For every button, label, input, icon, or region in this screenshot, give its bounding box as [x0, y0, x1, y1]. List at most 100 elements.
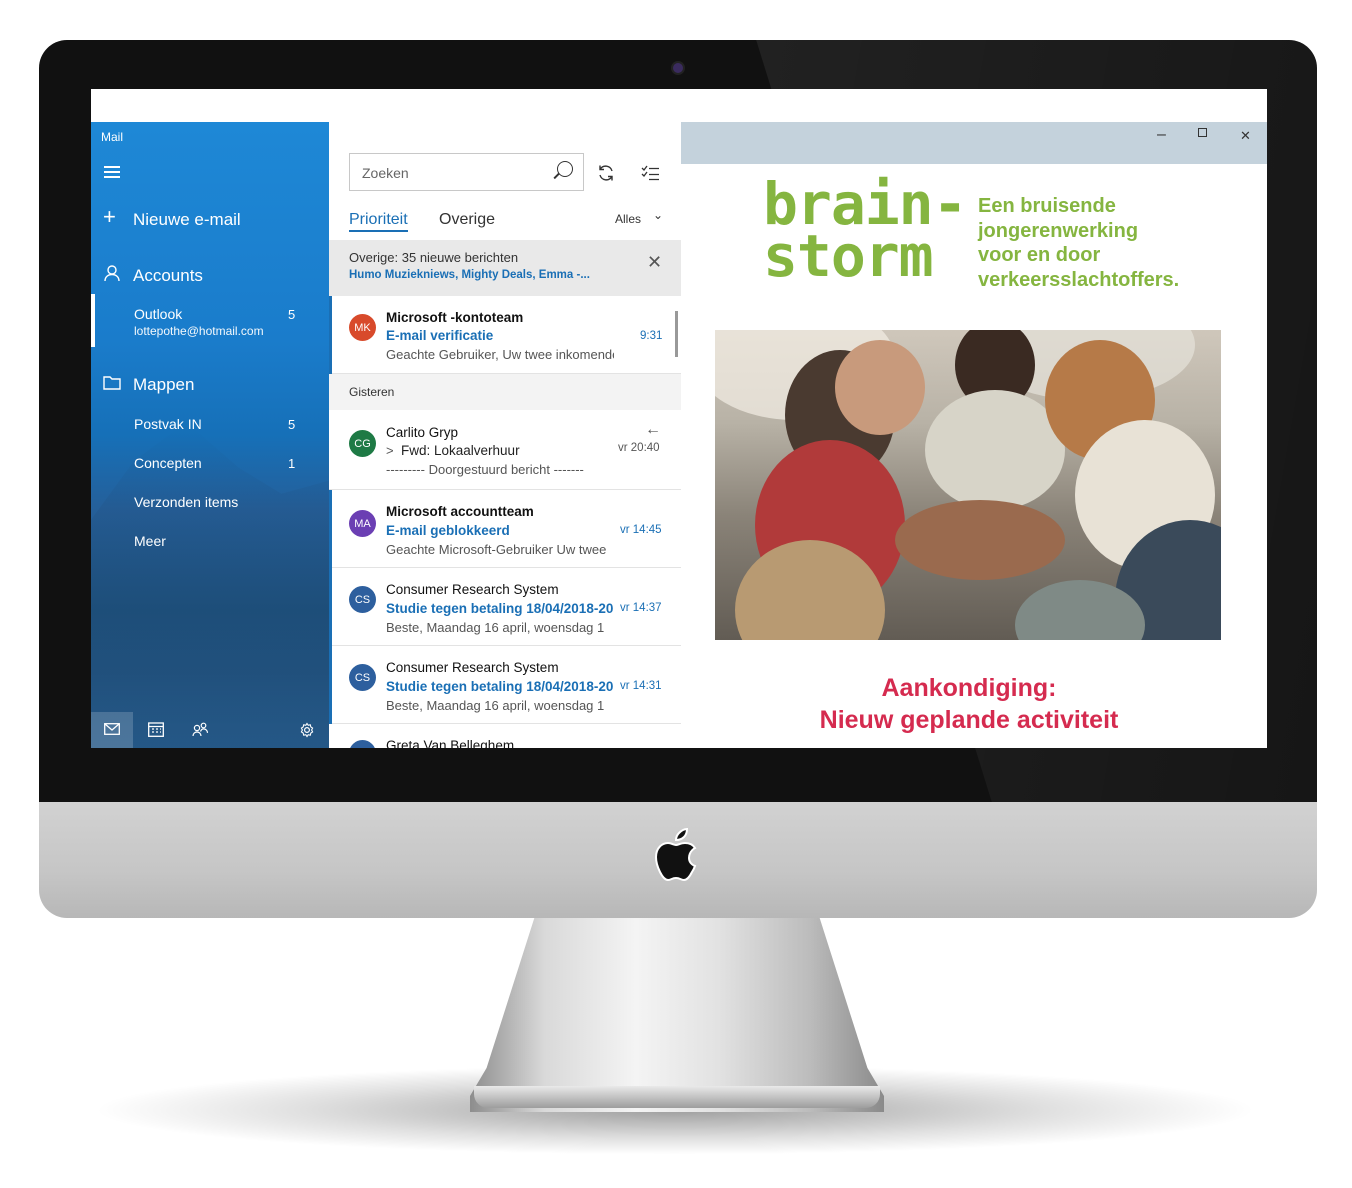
- new-mail-button[interactable]: + Nieuwe e-mail: [91, 206, 329, 234]
- app-title: Mail: [101, 130, 124, 144]
- message-preview: Beste, Maandag 16 april, woensdag 1: [386, 620, 605, 635]
- search-input[interactable]: Zoeken: [349, 153, 584, 191]
- window-title-bar: – ✕: [681, 122, 1267, 164]
- message-sender: Consumer Research System: [386, 660, 559, 675]
- restore-icon[interactable]: [1198, 128, 1207, 137]
- message-time: vr 14:45: [620, 524, 662, 536]
- scrollbar-thumb[interactable]: [675, 311, 678, 357]
- folder-icon: [103, 376, 121, 390]
- avatar: CS: [349, 586, 376, 613]
- other-banner-senders: Humo Muziekniews, Mighty Deals, Emma -..…: [349, 269, 590, 281]
- message-subject: Fwd: Lokaalverhuur: [401, 443, 520, 458]
- selection-mode-icon[interactable]: [641, 165, 660, 181]
- message-sender: Greta Van Belleghem: [386, 738, 515, 748]
- other-banner-title: Overige: 35 nieuwe berichten: [349, 250, 519, 265]
- folders-header[interactable]: Mappen: [91, 371, 329, 397]
- message-row[interactable]: MK Microsoft -kontoteam E-mail verificat…: [329, 296, 681, 374]
- folder-label: Postvak IN: [134, 416, 202, 432]
- avatar: CG: [349, 430, 376, 457]
- account-email: lottepothe@hotmail.com: [134, 324, 264, 338]
- message-subject: Studie tegen betaling 18/04/2018-20: [386, 679, 614, 694]
- message-row[interactable]: CS Consumer Research System Studie tegen…: [329, 646, 681, 724]
- selected-account-indicator: [91, 294, 95, 347]
- tab-other[interactable]: Overige: [439, 211, 495, 229]
- announcement-heading: Aankondiging: Nieuw geplande activiteit: [681, 672, 1257, 736]
- new-mail-label: Nieuwe e-mail: [133, 210, 241, 229]
- message-preview: Beste, Maandag 16 april, woensdag 1: [386, 698, 605, 713]
- tagline-line: Een bruisende: [978, 195, 1116, 217]
- settings-gear-icon[interactable]: [299, 722, 315, 738]
- hamburger-menu-icon[interactable]: [104, 166, 120, 178]
- folder-sent[interactable]: Verzonden items: [91, 489, 329, 515]
- message-row[interactable]: MA Microsoft accountteam E-mail geblokke…: [329, 490, 681, 568]
- message-time: 9:31: [640, 330, 663, 342]
- chevron-down-icon: ⌄: [653, 208, 664, 222]
- plus-icon: +: [103, 204, 116, 229]
- message-sender: Microsoft -kontoteam: [386, 310, 524, 325]
- message-sender: Consumer Research System: [386, 582, 559, 597]
- folder-inbox[interactable]: Postvak IN 5: [91, 411, 329, 437]
- message-list-pane: Zoeken Prioriteit Overige Alles ⌄ Overig…: [329, 122, 681, 748]
- tagline-line: jongerenwerking: [978, 219, 1139, 242]
- minimize-icon[interactable]: –: [1157, 126, 1166, 144]
- tagline: Een bruisende jongerenwerking voor en do…: [978, 194, 1179, 292]
- webcam: [673, 63, 683, 73]
- folders-label: Mappen: [133, 375, 195, 394]
- message-row[interactable]: CG Carlito Gryp > Fwd: Lokaalverhuur ← v…: [329, 410, 681, 490]
- tab-focused[interactable]: Prioriteit: [349, 211, 408, 232]
- filter-label: Alles: [615, 212, 642, 226]
- sync-icon[interactable]: [597, 164, 615, 182]
- message-preview: Geachte Microsoft-Gebruiker Uw twee: [386, 542, 607, 557]
- account-name: Outlook: [134, 306, 183, 322]
- folder-more[interactable]: Meer: [91, 528, 329, 554]
- unread-indicator: [329, 490, 332, 568]
- accounts-header[interactable]: Accounts: [91, 262, 329, 288]
- folder-label: Verzonden items: [134, 494, 239, 510]
- message-sender: Microsoft accountteam: [386, 504, 534, 519]
- navigation-pane: Mail + Nieuwe e-mail Accounts Outlook 5 …: [91, 122, 329, 748]
- message-subject: E-mail verificatie: [386, 328, 494, 343]
- search-placeholder: Zoeken: [362, 165, 409, 181]
- date-group-label: Gisteren: [349, 385, 395, 399]
- account-outlook[interactable]: Outlook 5 lottepothe@hotmail.com: [91, 294, 329, 347]
- close-icon[interactable]: ✕: [647, 252, 662, 273]
- announcement-line: Nieuw geplande activiteit: [819, 706, 1119, 734]
- tagline-line: verkeersslachtoffers.: [978, 268, 1180, 291]
- message-sender: Carlito Gryp: [386, 425, 459, 440]
- mail-icon[interactable]: [104, 723, 120, 735]
- avatar: MK: [349, 314, 376, 341]
- avatar: MA: [349, 510, 376, 537]
- brainstorm-logo: brain- storm: [763, 175, 968, 285]
- account-unread-count: 5: [288, 307, 296, 322]
- unread-indicator: [329, 646, 332, 724]
- filter-dropdown[interactable]: Alles ⌄: [615, 208, 665, 229]
- message-subject: E-mail geblokkeerd: [386, 523, 510, 538]
- search-icon[interactable]: [557, 161, 573, 177]
- message-preview: --------- Doorgestuurd bericht -------: [386, 462, 584, 477]
- close-window-icon[interactable]: ✕: [1240, 128, 1251, 144]
- forward-chevron-icon: >: [386, 443, 394, 458]
- apple-logo-icon: [654, 827, 697, 882]
- avatar: CS: [349, 664, 376, 691]
- other-inbox-banner[interactable]: Overige: 35 nieuwe berichten Humo Muziek…: [329, 240, 681, 296]
- message-preview: Geachte Gebruiker, Uw twee inkomende: [386, 347, 614, 362]
- message-subject: Studie tegen betaling 18/04/2018-20: [386, 601, 614, 616]
- folder-label: Meer: [134, 533, 166, 549]
- folder-label: Concepten: [134, 455, 202, 471]
- group-hands-photo: [715, 330, 1221, 640]
- person-icon: [104, 265, 120, 282]
- unread-indicator: [329, 568, 332, 646]
- calendar-icon[interactable]: [148, 722, 164, 737]
- message-row[interactable]: Greta Van Belleghem: [329, 724, 681, 748]
- avatar: [349, 740, 376, 748]
- folder-count: 5: [288, 417, 296, 432]
- folder-drafts[interactable]: Concepten 1: [91, 450, 329, 476]
- message-time: vr 14:31: [620, 680, 662, 692]
- people-icon[interactable]: [192, 722, 209, 737]
- message-time: vr 20:40: [618, 442, 660, 454]
- unread-indicator: [329, 296, 332, 374]
- screen: Mail + Nieuwe e-mail Accounts Outlook 5 …: [91, 89, 1267, 748]
- message-row[interactable]: CS Consumer Research System Studie tegen…: [329, 568, 681, 646]
- folder-count: 1: [288, 456, 296, 471]
- tagline-line: voor en door: [978, 244, 1101, 266]
